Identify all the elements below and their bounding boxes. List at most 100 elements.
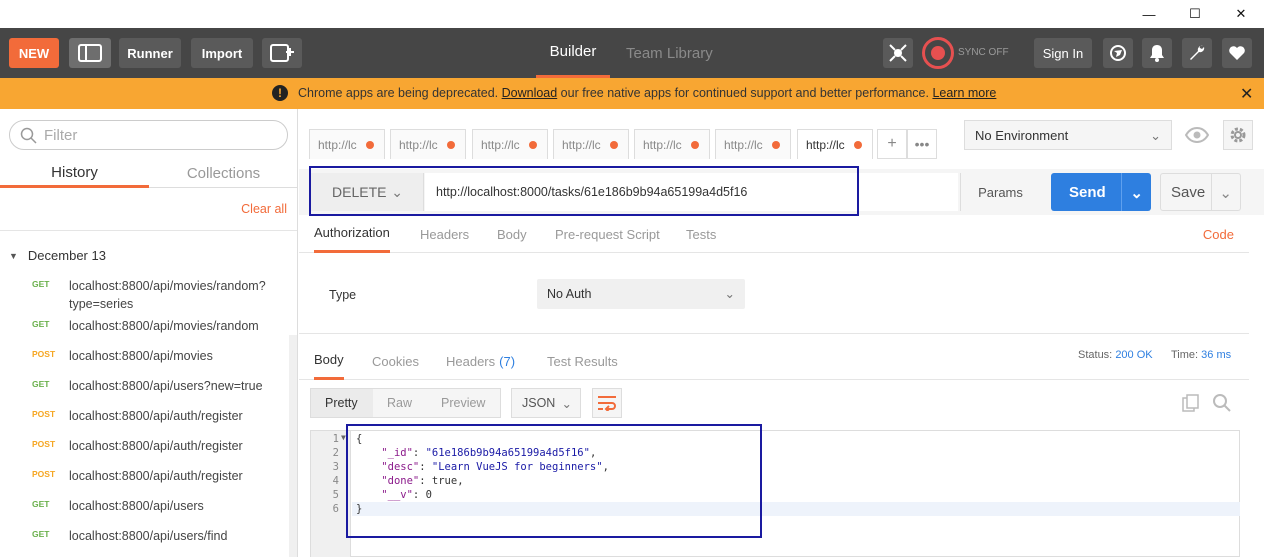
window-titlebar: — ☐ ✕	[0, 0, 1264, 28]
tab-cookies[interactable]: Cookies	[372, 342, 419, 380]
manage-environments-button[interactable]	[1223, 120, 1253, 150]
save-button[interactable]: Save ⌄	[1160, 173, 1241, 211]
settings-button[interactable]	[1182, 38, 1212, 68]
params-button[interactable]: Params	[960, 173, 1040, 211]
banner-text-middle: our free native apps for continued suppo…	[557, 86, 933, 100]
download-link[interactable]: Download	[502, 86, 558, 100]
view-preview-button[interactable]: Preview	[441, 389, 485, 417]
response-view-toggle: Pretty Raw Preview	[310, 388, 501, 418]
new-window-button[interactable]	[262, 38, 302, 68]
new-button[interactable]: NEW	[9, 38, 59, 68]
eye-icon	[1185, 127, 1209, 143]
status-label: Status:	[1078, 349, 1113, 361]
search-response-button[interactable]	[1212, 393, 1232, 413]
sidebar-tabs: History Collections	[0, 159, 297, 188]
chevron-down-icon: ⌄	[561, 397, 572, 411]
response-format-select[interactable]: JSON ⌄	[511, 388, 581, 418]
highlight-box-response	[346, 424, 762, 538]
history-group-label: December 13	[27, 248, 106, 263]
copy-response-button[interactable]	[1181, 393, 1201, 413]
favorite-button[interactable]	[1222, 38, 1252, 68]
response-status: Status: 200 OK	[1078, 349, 1153, 361]
request-tab-label: http://lc	[724, 137, 763, 152]
window-close-button[interactable]: ✕	[1218, 0, 1264, 28]
chevron-down-icon[interactable]: ⌄	[1130, 184, 1143, 202]
view-raw-button[interactable]: Raw	[387, 389, 412, 417]
import-button[interactable]: Import	[191, 38, 253, 68]
generate-code-link[interactable]: Code	[1203, 227, 1234, 242]
send-split-divider	[1121, 173, 1122, 211]
tab-tests[interactable]: Tests	[686, 215, 716, 253]
auth-type-select[interactable]: No Auth ⌄	[537, 279, 745, 309]
banner-message: Chrome apps are being deprecated. Downlo…	[298, 86, 996, 100]
send-button[interactable]: Send ⌄	[1051, 173, 1151, 211]
view-pretty-button[interactable]: Pretty	[311, 389, 373, 417]
request-tab[interactable]: http://lc	[634, 129, 710, 159]
sign-in-button[interactable]: Sign In	[1034, 38, 1092, 68]
request-tab[interactable]: http://lc	[553, 129, 629, 159]
globe-button[interactable]	[1103, 38, 1133, 68]
list-item[interactable]: POST localhost:8800/api/auth/register	[0, 465, 297, 495]
environment-select[interactable]: No Environment ⌄	[964, 120, 1172, 150]
highlight-box-url	[309, 166, 859, 216]
request-tab-active[interactable]: http://lc	[797, 129, 873, 159]
window-maximize-button[interactable]: ☐	[1172, 0, 1218, 28]
tab-history[interactable]: History	[0, 159, 149, 188]
environment-quick-look-button[interactable]	[1182, 120, 1212, 150]
list-item[interactable]: GET localhost:8800/api/users/find	[0, 525, 297, 555]
window-minimize-button[interactable]: —	[1126, 0, 1172, 28]
request-tab[interactable]: http://lc	[715, 129, 791, 159]
list-item[interactable]: POST localhost:8800/api/auth/register	[0, 435, 297, 465]
tab-authorization[interactable]: Authorization	[314, 215, 390, 253]
wrench-icon	[1190, 45, 1205, 60]
response-headers-label: Headers	[446, 353, 496, 369]
list-item[interactable]: GET localhost:8800/api/users?new=true	[0, 375, 297, 405]
tab-headers[interactable]: Headers	[420, 215, 469, 253]
chevron-down-icon[interactable]: ⌄	[1219, 184, 1232, 202]
satellite-icon	[889, 44, 907, 62]
chevron-down-icon: ⌄	[1150, 128, 1161, 143]
notifications-button[interactable]	[1142, 38, 1172, 68]
history-url: localhost:8800/api/auth/register	[69, 409, 243, 423]
tab-body[interactable]: Body	[497, 215, 527, 253]
list-item[interactable]: GET localhost:8800/api/users	[0, 495, 297, 525]
request-tab[interactable]: http://lc	[309, 129, 385, 159]
clear-all-button[interactable]: Clear all	[241, 202, 287, 216]
list-item[interactable]: GET localhost:8800/api/movies/random?type…	[0, 275, 297, 315]
wrap-lines-button[interactable]	[592, 388, 622, 418]
filter-input[interactable]: Filter	[9, 120, 288, 150]
line-number: 5	[332, 489, 339, 501]
deprecation-banner: ! Chrome apps are being deprecated. Down…	[0, 78, 1264, 109]
tab-team-library[interactable]: Team Library	[626, 28, 713, 78]
bell-icon	[1150, 45, 1164, 62]
response-section-tabs: Body Cookies Headers (7) Test Results	[299, 342, 1249, 380]
warning-icon: !	[272, 85, 288, 101]
sync-status-icon[interactable]	[922, 37, 954, 69]
request-tab[interactable]: http://lc	[390, 129, 466, 159]
tab-response-body[interactable]: Body	[314, 342, 344, 380]
add-tab-button[interactable]: +	[877, 129, 907, 159]
learn-more-link[interactable]: Learn more	[932, 86, 996, 100]
list-item[interactable]: POST localhost:8800/api/auth/register	[0, 405, 297, 435]
request-tab[interactable]: http://lc	[472, 129, 548, 159]
list-item[interactable]: GET localhost:8800/api/movies/random	[0, 315, 297, 345]
method-badge: GET	[32, 529, 50, 539]
list-item[interactable]: POST localhost:8800/api/movies	[0, 345, 297, 375]
toggle-sidebar-button[interactable]	[69, 38, 111, 68]
sidebar-layout-icon	[78, 44, 102, 62]
tab-test-results[interactable]: Test Results	[547, 342, 618, 380]
builder-main: http://lc http://lc http://lc http://lc …	[299, 109, 1264, 557]
sidebar: Filter History Collections Clear all ▼ De…	[0, 109, 298, 557]
tab-collections[interactable]: Collections	[149, 159, 297, 188]
sidebar-scrollbar[interactable]	[289, 335, 297, 557]
history-group-header[interactable]: ▼ December 13	[9, 248, 106, 263]
tab-builder[interactable]: Builder	[536, 28, 610, 78]
interceptor-button[interactable]	[883, 38, 913, 68]
tab-pre-request-script[interactable]: Pre-request Script	[555, 215, 660, 253]
history-url: localhost:8800/api/users?new=true	[69, 379, 263, 393]
more-tabs-button[interactable]: •••	[907, 129, 937, 159]
runner-button[interactable]: Runner	[119, 38, 181, 68]
tab-response-headers[interactable]: Headers (7)	[446, 342, 515, 380]
unsaved-dot-icon	[447, 141, 455, 149]
banner-close-button[interactable]: ✕	[1240, 84, 1253, 104]
